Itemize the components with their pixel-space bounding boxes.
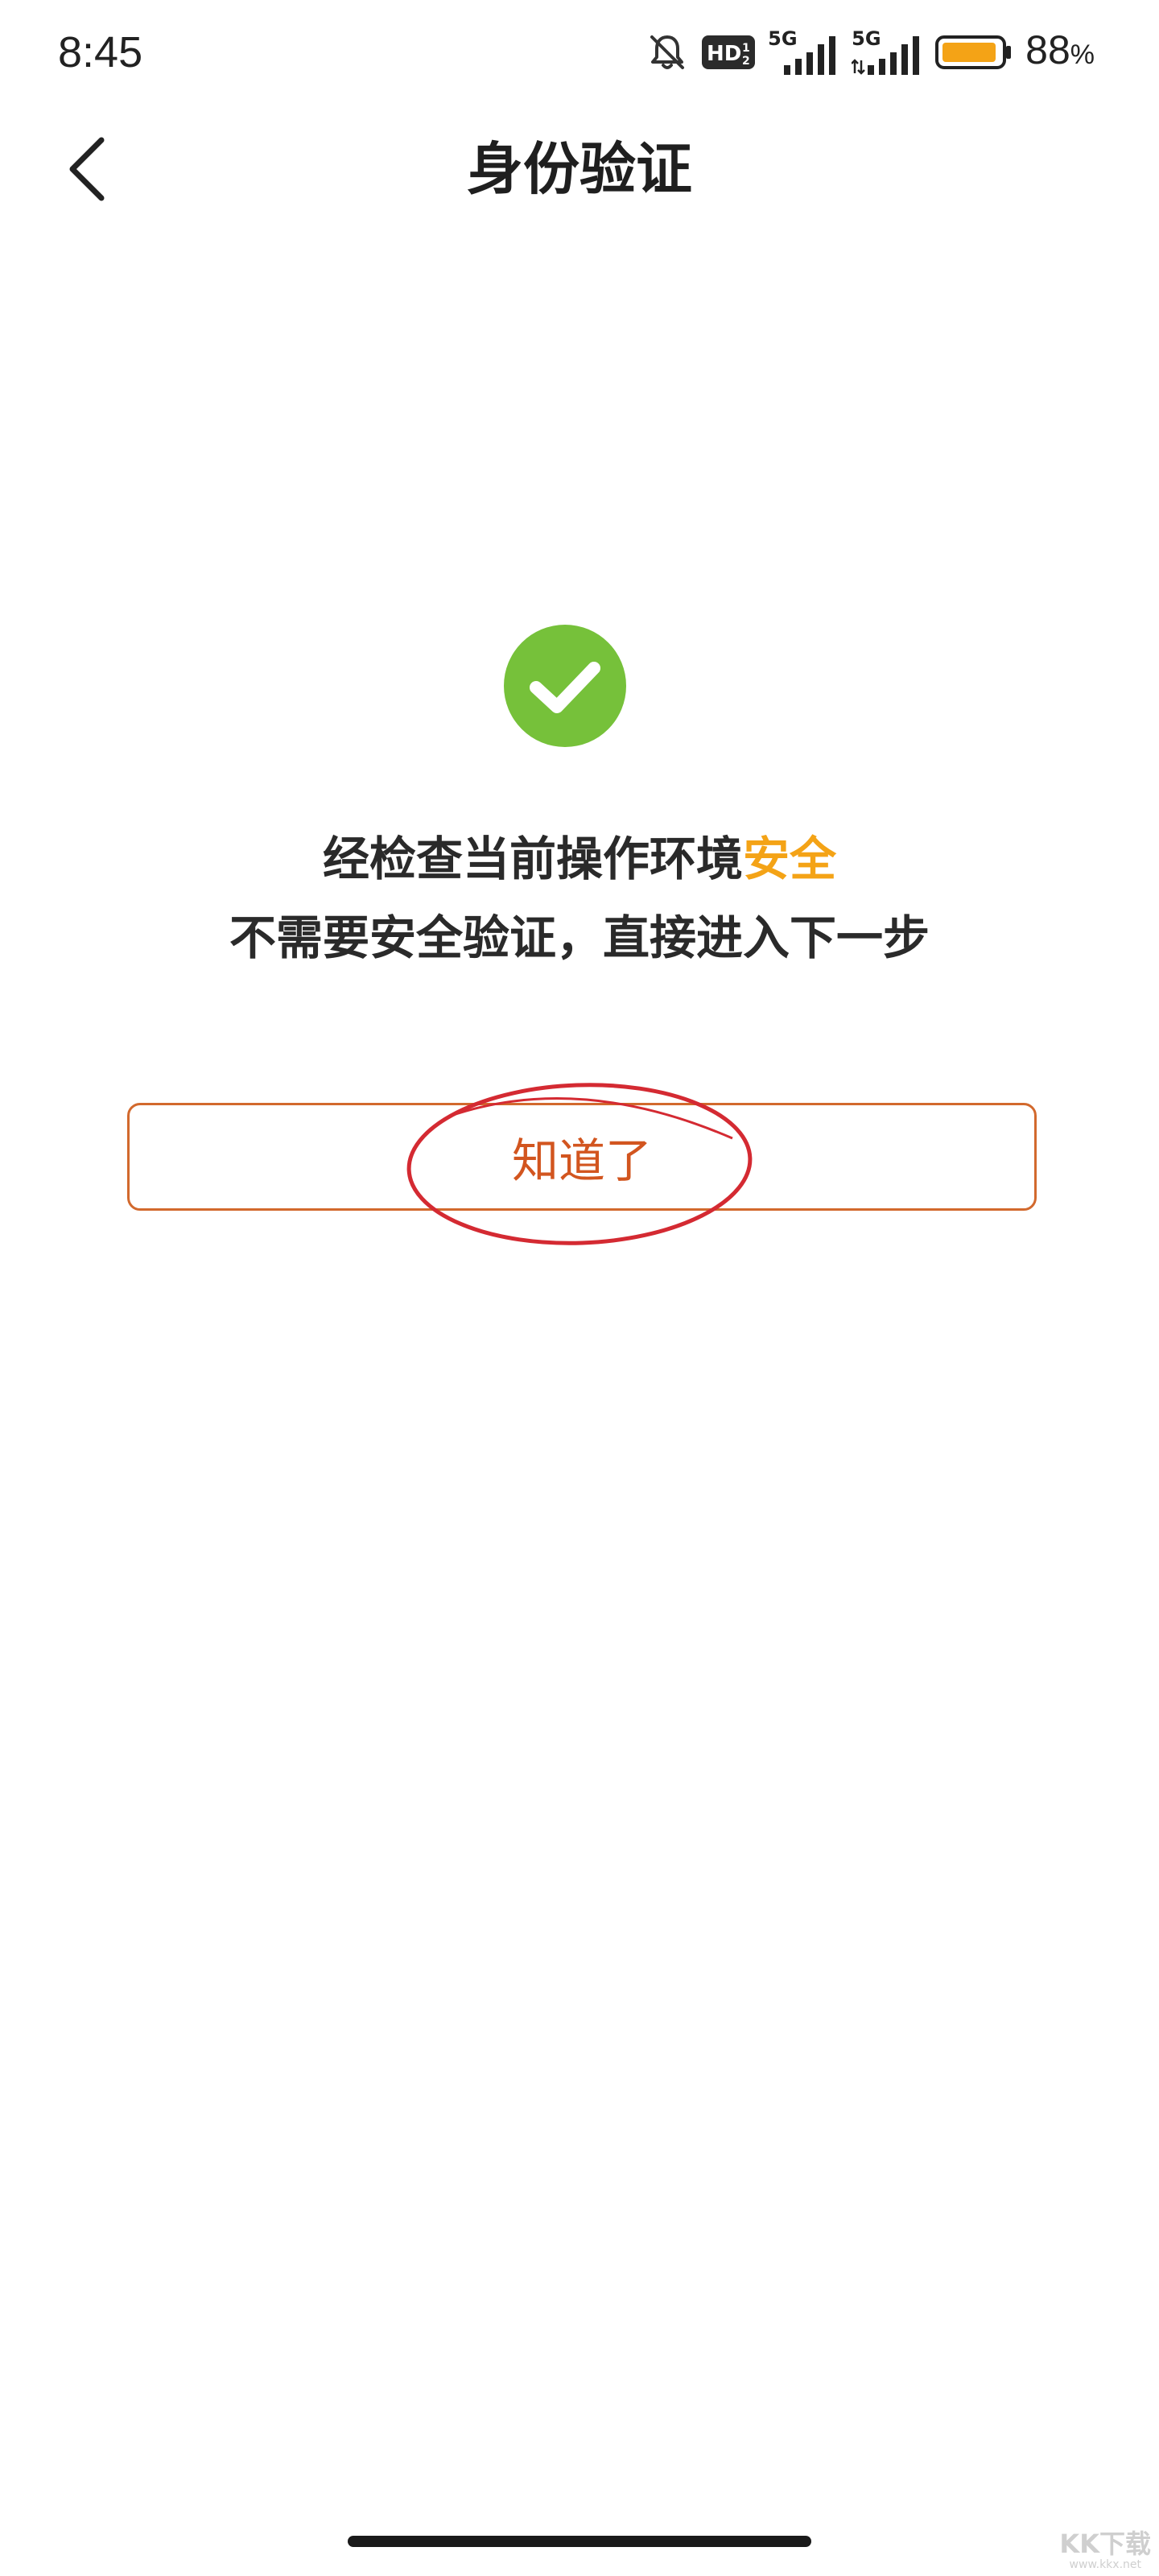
- page-title: 身份验证: [467, 136, 692, 202]
- signal-bars-icon: 5G: [768, 28, 839, 76]
- status-time: 8:45: [58, 28, 143, 76]
- watermark: KK下载 www.kkx.net: [1051, 2528, 1151, 2573]
- check-circle-icon: [504, 625, 626, 747]
- status-icons: HD 1 2 5G 5G 88%: [645, 24, 1095, 80]
- battery-icon: [935, 34, 1013, 71]
- svg-text:2: 2: [742, 55, 750, 68]
- home-indicator[interactable]: [348, 2536, 811, 2547]
- signal-bars-icon: 5G: [852, 28, 922, 76]
- confirm-button-label: 知道了: [511, 1133, 652, 1188]
- watermark-text: KK下载: [1059, 2529, 1151, 2559]
- hd-voice-icon: HD 1 2: [702, 34, 756, 71]
- page-header: 身份验证: [0, 113, 1159, 225]
- safe-highlight: 安全: [743, 832, 837, 886]
- watermark-url: www.kkx.net: [1069, 2558, 1141, 2571]
- result-message-line2: 不需要安全验证，直接进入下一步: [229, 910, 930, 965]
- hd-label: HD: [707, 42, 741, 66]
- confirm-button[interactable]: 知道了: [127, 1103, 1037, 1211]
- status-bar: 8:45 HD 1 2 5G 5G 88%: [0, 0, 1159, 105]
- result-message-line1: 经检查当前操作环境安全: [0, 824, 1159, 894]
- battery-percent: 88%: [1025, 27, 1095, 72]
- bell-off-icon: [645, 31, 689, 74]
- result-message-text: 经检查当前操作环境: [322, 832, 743, 886]
- svg-text:1: 1: [742, 42, 750, 55]
